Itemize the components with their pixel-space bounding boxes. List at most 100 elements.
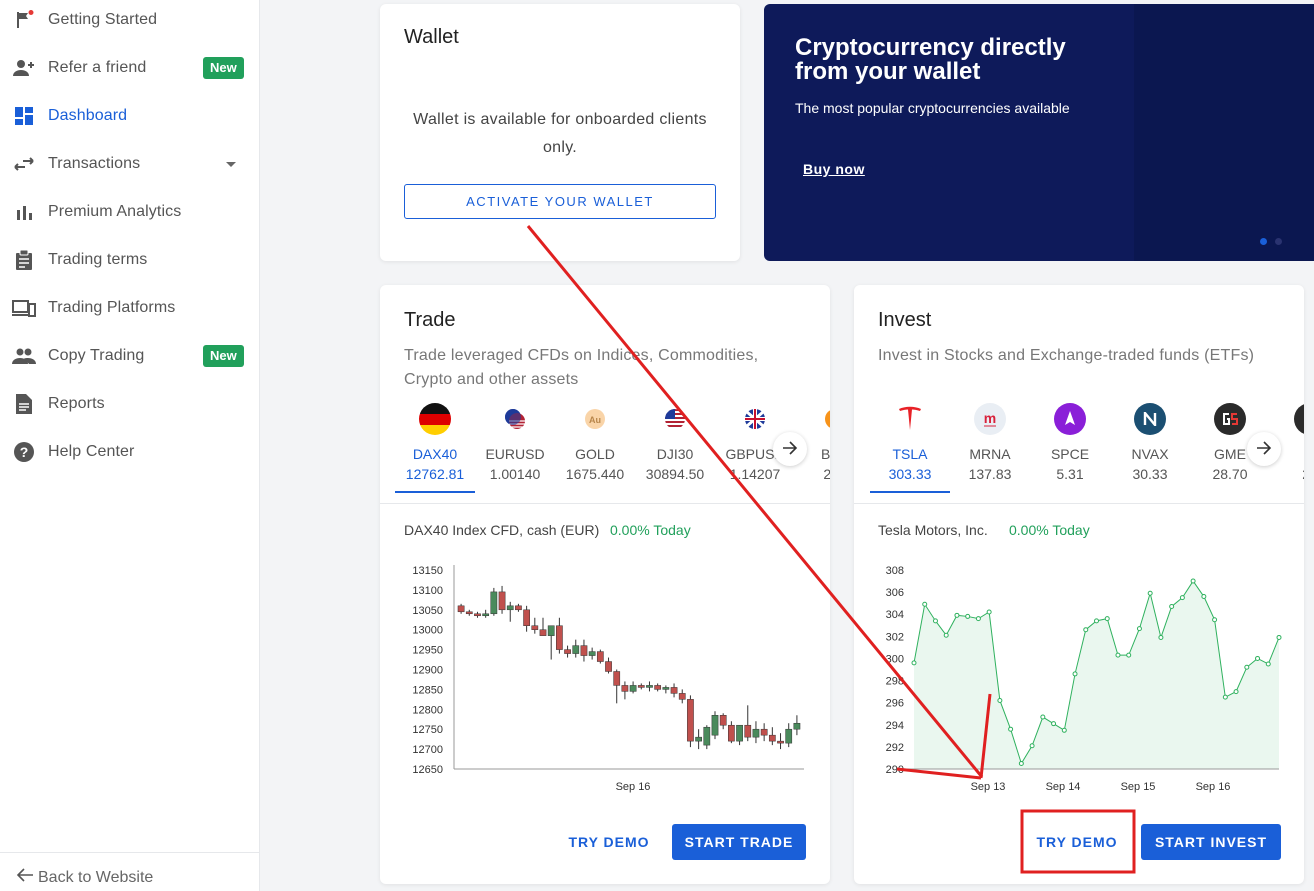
data-point	[1115, 652, 1121, 658]
dax-candlestick-chart[interactable]: 13150 13100 13050 13000 12950 12900 12850 12800…	[380, 555, 830, 800]
chart-change: 0.00% Today	[610, 522, 691, 538]
devices-icon	[12, 296, 36, 320]
sidebar-item-dashboard[interactable]: Dashboard	[0, 96, 260, 136]
start-invest-button[interactable]: START INVEST	[1141, 824, 1281, 860]
tsla-line-chart[interactable]: 308 306 304 302 300 298 296 294 292 290 Sep 13 Sep …	[854, 555, 1304, 800]
carousel-dot[interactable]	[1275, 238, 1282, 245]
candle-body	[482, 613, 490, 617]
data-point	[1029, 743, 1035, 749]
ticker-eurusd[interactable]: EURUSD 1.00140	[475, 401, 555, 493]
svg-text:m: m	[984, 410, 996, 426]
candle-body	[703, 726, 711, 746]
sidebar-item-trading-terms[interactable]: Trading terms	[0, 240, 260, 280]
sidebar-item-trading-platforms[interactable]: Trading Platforms	[0, 288, 260, 328]
sidebar-item-refer[interactable]: Refer a friend New	[0, 48, 260, 88]
invest-try-demo-button[interactable]: TRY DEMO	[1026, 824, 1128, 860]
candle-body	[474, 613, 481, 617]
sidebar-footer: Back to Website	[0, 852, 260, 891]
activate-wallet-button[interactable]: ACTIVATE YOUR WALLET	[404, 184, 716, 219]
data-point	[1233, 689, 1239, 695]
ticker-spce[interactable]: SPCE 5.31	[1030, 401, 1110, 493]
ticker-dax40[interactable]: DAX40 12762.81	[395, 401, 475, 493]
new-badge: New	[203, 57, 244, 79]
data-point	[1179, 595, 1185, 601]
new-badge: New	[203, 345, 244, 367]
y-tick-label: 13000	[412, 625, 443, 637]
buy-now-link[interactable]: Buy now	[803, 161, 865, 177]
btc-icon	[819, 403, 830, 435]
svg-text:Au: Au	[589, 415, 601, 425]
y-tick-label: 12750	[412, 724, 443, 736]
ticker-symbol: GOLD	[575, 446, 615, 462]
germany-flag-icon	[419, 403, 451, 435]
carousel-dot-active[interactable]	[1260, 238, 1267, 245]
y-tick-label: 12700	[412, 744, 443, 756]
ticker-selected-indicator	[870, 491, 950, 493]
data-point	[1061, 727, 1067, 733]
wallet-card: Wallet Wallet is available for onboarded…	[380, 4, 740, 261]
chart-title: Tesla Motors, Inc.	[878, 522, 988, 538]
arrow-left-icon	[16, 868, 34, 887]
candle-body	[596, 651, 604, 662]
crypto-promo-banner[interactable]: Cryptocurrency directly from your wallet…	[764, 4, 1314, 261]
sidebar-item-getting-started[interactable]: Getting Started	[0, 0, 260, 40]
y-tick-label: 302	[886, 631, 904, 643]
y-tick-label: 296	[886, 698, 904, 710]
ticker-gold[interactable]: Au GOLD 1675.440	[555, 401, 635, 493]
data-point	[1018, 760, 1024, 766]
candle-body	[728, 724, 735, 742]
eu-us-flag-icon	[499, 403, 531, 435]
ticker-tsla[interactable]: TSLA 303.33	[870, 401, 950, 493]
data-point	[986, 609, 992, 615]
y-tick-label: 298	[886, 676, 904, 688]
ticker-dji30[interactable]: DJI30 30894.50	[635, 401, 715, 493]
sidebar-item-label: Trading terms	[48, 251, 148, 268]
dashboard-icon	[12, 104, 36, 128]
y-tick-label: 308	[886, 565, 904, 577]
candle-body	[719, 715, 727, 726]
divider	[854, 503, 1304, 504]
help-icon: ?	[12, 440, 36, 464]
candle-body	[760, 728, 768, 736]
scroll-right-button[interactable]	[1247, 432, 1281, 466]
ticker-mrna[interactable]: m MRNA 137.83	[950, 401, 1030, 493]
promo-subtitle: The most popular cryptocurrencies availa…	[795, 100, 1070, 116]
data-point	[932, 618, 938, 624]
sidebar-item-label: Copy Trading	[48, 347, 145, 364]
candle-body	[564, 649, 571, 654]
candle-body	[629, 685, 637, 692]
candle-body	[572, 645, 580, 654]
candle-body	[506, 605, 514, 611]
invest-card: Invest Invest in Stocks and Exchange-tra…	[854, 285, 1304, 884]
data-point	[1276, 634, 1282, 640]
sidebar-item-reports[interactable]: Reports	[0, 384, 260, 424]
ticker-symbol: MRNA	[969, 446, 1011, 462]
sidebar-item-premium-analytics[interactable]: Premium Analytics	[0, 192, 260, 232]
data-point	[975, 616, 981, 622]
uk-us-flag-icon	[739, 403, 771, 435]
ticker-price: 137.83	[968, 466, 1012, 482]
sidebar-item-label: Help Center	[48, 443, 135, 460]
trade-try-demo-button[interactable]: TRY DEMO	[558, 824, 660, 860]
data-point	[954, 612, 960, 618]
flag-icon	[12, 8, 36, 32]
candle-body	[613, 671, 621, 686]
chevron-down-icon[interactable]	[226, 162, 236, 167]
ticker-price: 30.33	[1132, 466, 1168, 482]
back-to-website-link[interactable]: Back to Website	[16, 868, 153, 887]
start-trade-button[interactable]: START TRADE	[672, 824, 806, 860]
data-point	[1126, 652, 1132, 658]
trade-ticker-list: DAX40 12762.81 EURUSD 1.00140 Au GOLD 16…	[380, 401, 830, 493]
candle-body	[580, 645, 588, 656]
scroll-right-button[interactable]	[773, 432, 807, 466]
sidebar-item-transactions[interactable]: Transactions	[0, 144, 260, 184]
invest-title: Invest	[878, 309, 932, 331]
data-point	[1104, 616, 1110, 622]
sidebar-item-copy-trading[interactable]: Copy Trading New	[0, 336, 260, 376]
gold-icon: Au	[579, 403, 611, 435]
ticker-price: 303.33	[888, 466, 932, 482]
sidebar-item-help-center[interactable]: ? Help Center	[0, 432, 260, 472]
x-tick-label: Sep 13	[971, 781, 1006, 793]
invest-ticker-list: TSLA 303.33 m MRNA 137.83 SPCE 5.31 NVAX…	[854, 401, 1304, 493]
ticker-nvax[interactable]: NVAX 30.33	[1110, 401, 1190, 493]
